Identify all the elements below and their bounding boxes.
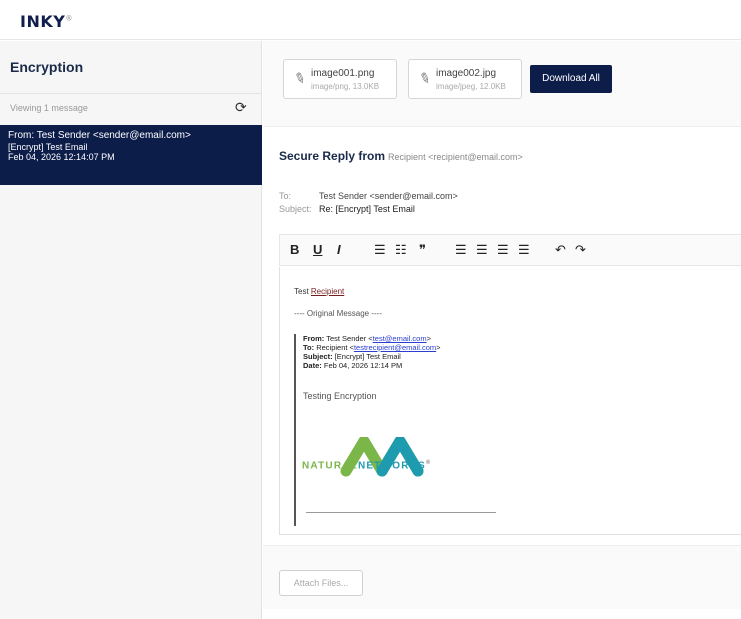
ordered-list-icon[interactable]: ☰ — [374, 242, 386, 258]
undo-icon[interactable]: ↶ — [555, 242, 566, 258]
greeting-line: Test Recipient — [294, 287, 344, 296]
quoted-to-link[interactable]: testrecipient@email.com — [354, 343, 436, 352]
attachment-meta: image/png, 13.0KB — [311, 82, 380, 91]
natural-networks-logo-icon — [340, 437, 424, 477]
signature-divider — [306, 512, 496, 513]
quoted-to-end: > — [436, 343, 441, 352]
reply-editor[interactable]: Test Recipient ---- Original Message ---… — [279, 267, 741, 535]
attachment-image001[interactable]: ✎ image001.png image/png, 13.0KB — [283, 59, 397, 99]
quoted-subject-label: Subject: — [303, 352, 333, 361]
align-center-icon[interactable]: ☰ — [476, 242, 488, 258]
quoted-from-value: Test Sender < — [326, 334, 373, 343]
blockquote-icon[interactable]: ❞ — [419, 242, 426, 258]
quoted-to-label: To: — [303, 343, 315, 352]
reply-heading: Secure Reply from Recipient <recipient@em… — [279, 149, 523, 163]
quoted-date-value: Feb 04, 2026 12:14 PM — [323, 361, 403, 370]
bullet-list-icon[interactable]: ☷ — [395, 242, 407, 258]
top-bar: INKY® — [0, 0, 741, 40]
to-label: To: — [279, 191, 292, 201]
attachment-name: image001.png — [311, 68, 375, 79]
logo-mark: ® — [65, 14, 73, 23]
justify-icon[interactable]: ☰ — [518, 242, 530, 258]
logo-registered-mark: ® — [425, 460, 432, 466]
quoted-date-label: Date: — [303, 361, 322, 370]
reply-title-text: Secure Reply from — [279, 149, 386, 163]
quoted-from: From: Test Sender <test@email.com> — [303, 334, 431, 343]
reply-from-address: Recipient <recipient@email.com> — [388, 152, 523, 162]
quoted-to: To: Recipient <testrecipient@email.com> — [303, 343, 441, 352]
sidebar: Encryption Viewing 1 message ⟳ From: Tes… — [0, 41, 262, 619]
attach-files-button[interactable]: Attach Files... — [279, 570, 363, 596]
paperclip-icon: ✎ — [291, 68, 309, 88]
original-message-divider: ---- Original Message ---- — [294, 309, 383, 318]
sidebar-title: Encryption — [10, 59, 84, 75]
editor-toolbar: B U I ☰ ☷ ❞ ☰ ☰ ☰ ☰ ↶ ↷ — [279, 234, 741, 266]
quoted-subject: Subject: [Encrypt] Test Email — [303, 352, 401, 361]
italic-button[interactable]: I — [337, 242, 341, 257]
sidebar-status-row: Viewing 1 message ⟳ — [0, 93, 262, 123]
greeting-text: Test — [294, 287, 309, 296]
attachment-image002[interactable]: ✎ image002.jpg image/jpeg, 12.0KB — [408, 59, 522, 99]
quoted-from-label: From: — [303, 334, 325, 343]
to-row: To: Test Sender <sender@email.com> — [279, 191, 458, 201]
download-all-button[interactable]: Download All — [530, 65, 612, 93]
redo-icon[interactable]: ↷ — [575, 242, 586, 258]
compose-footer: Attach Files... — [263, 545, 741, 609]
greeting-name: Recipient — [310, 287, 345, 296]
message-list-item[interactable]: From: Test Sender <sender@email.com> [En… — [0, 125, 262, 185]
subject-row: Subject: Re: [Encrypt] Test Email — [279, 204, 415, 214]
align-left-icon[interactable]: ☰ — [455, 242, 467, 258]
message-subject: [Encrypt] Test Email — [8, 142, 88, 152]
main-panel: ✎ image001.png image/png, 13.0KB ✎ image… — [263, 41, 741, 619]
natural-networks-wordmark: NATURALNETWORKS® — [302, 460, 432, 471]
subject-value: Re: [Encrypt] Test Email — [319, 204, 415, 214]
refresh-icon[interactable]: ⟳ — [235, 99, 247, 116]
bold-button[interactable]: B — [290, 242, 299, 257]
quoted-from-end: > — [426, 334, 431, 343]
quoted-date: Date: Feb 04, 2026 12:14 PM — [303, 361, 402, 370]
align-right-icon[interactable]: ☰ — [497, 242, 509, 258]
quoted-subject-value: [Encrypt] Test Email — [334, 352, 401, 361]
attachments-bar: ✎ image001.png image/png, 13.0KB ✎ image… — [263, 41, 741, 127]
underline-button[interactable]: U — [313, 242, 322, 257]
subject-label: Subject: — [279, 204, 312, 214]
message-count: Viewing 1 message — [10, 103, 88, 113]
logo-word-networks: NETWORKS — [357, 460, 426, 472]
paperclip-icon: ✎ — [416, 68, 434, 88]
quoted-body: Testing Encryption — [303, 391, 377, 401]
attachment-meta: image/jpeg, 12.0KB — [436, 82, 506, 91]
quoted-message: From: Test Sender <test@email.com> To: R… — [294, 334, 504, 526]
inky-logo[interactable]: INKY® — [20, 12, 73, 31]
logo-text: INKY — [20, 12, 66, 31]
quoted-from-link[interactable]: test@email.com — [373, 334, 427, 343]
attachment-name: image002.jpg — [436, 68, 497, 79]
quoted-to-value: Recipient < — [316, 343, 354, 352]
message-date: Feb 04, 2026 12:14:07 PM — [8, 152, 115, 162]
to-value: Test Sender <sender@email.com> — [319, 191, 458, 201]
logo-word-natural: NATURAL — [302, 460, 358, 472]
message-from: From: Test Sender <sender@email.com> — [8, 130, 191, 141]
